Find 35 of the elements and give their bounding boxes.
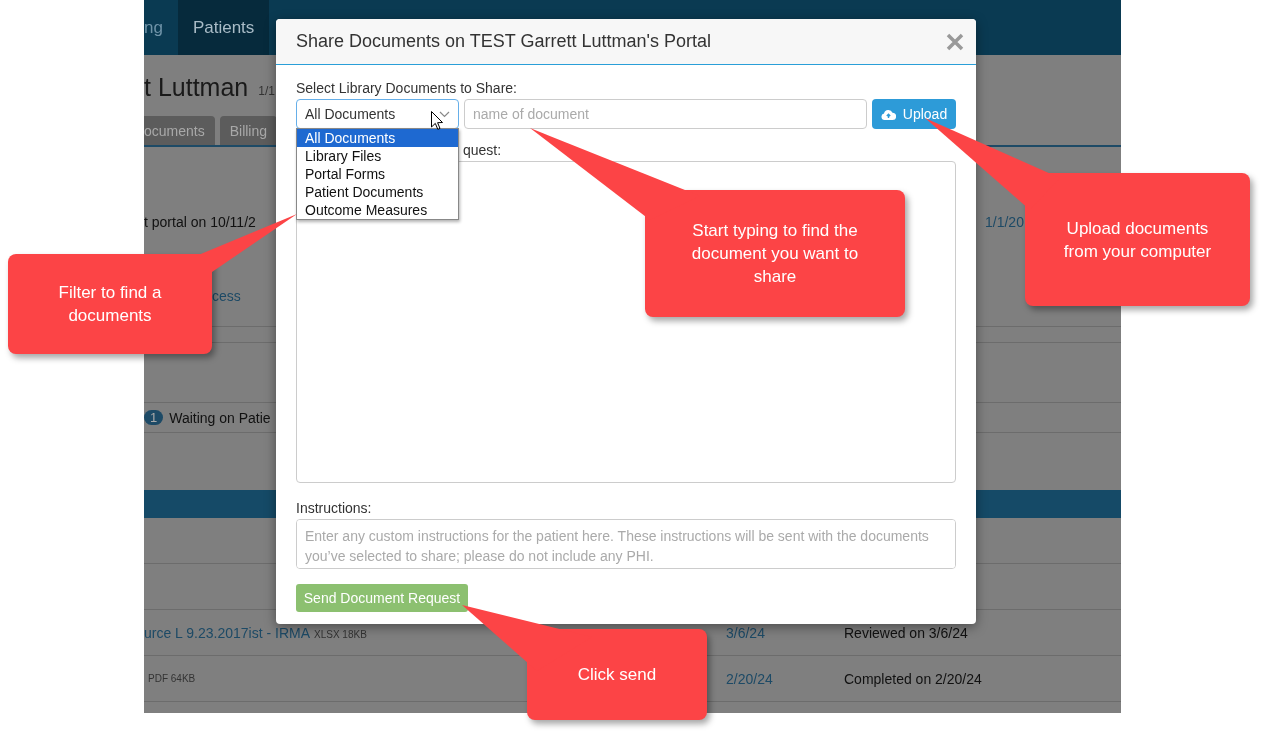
callout: Upload documents from your computer [1025,173,1250,306]
callout: Filter to find a documents [8,254,212,354]
date-cell-text: 2/20/24 [726,670,774,687]
instructions-field[interactable]: Enter any custom instructions for the patient here. These instructions will be sent with the documents you’ve selected to share; please do not include any PHI. [296,519,956,569]
upload-button[interactable]: Upload [872,99,956,129]
portal-note: t portal on 10/11/2 [144,214,256,230]
library-label: Select Library Documents to Share: [296,79,518,98]
cloud-upload-icon [880,108,896,120]
file-info: PDF 64KB [148,673,196,684]
date-cell-text: 3/6/24 [726,624,766,641]
count-badge: 1 [144,410,164,425]
dropdown-option[interactable]: Outcome Measures [297,201,458,219]
patient-name: t Luttman [144,73,249,102]
nav-item[interactable]: Patients [177,0,270,55]
tab[interactable]: Billing [219,116,278,145]
dialog-title: Share Documents on TEST Garrett Luttman's Portal [296,31,711,52]
dropdown-option[interactable]: All Documents [297,129,458,147]
tab[interactable]: ocuments [144,116,215,145]
dropdown-option[interactable]: Library Files [297,147,458,165]
search-field[interactable]: name of document [464,99,867,129]
patient-dob: 1/1 [258,82,275,98]
close-icon[interactable] [946,32,964,51]
callout: Start typing to find the document you want to share [645,190,905,317]
status-cell-text: Reviewed on 3/6/24 [844,624,969,641]
request-label: quest: [463,142,502,158]
dropdown-option[interactable]: Portal Forms [297,165,458,183]
portal-date: 1/1/20 [985,214,1024,230]
chevron-icon [439,110,450,118]
dropdown-option[interactable]: Patient Documents [297,183,458,201]
status-cell-text: Completed on 2/20/24 [844,670,983,687]
callout: Click send [527,629,707,720]
status-label: Waiting on Patie [169,409,271,426]
file-info: XLSX 18KB [314,628,367,640]
nav-item[interactable]: ng [144,0,178,55]
instructions-label: Instructions: [296,499,373,518]
